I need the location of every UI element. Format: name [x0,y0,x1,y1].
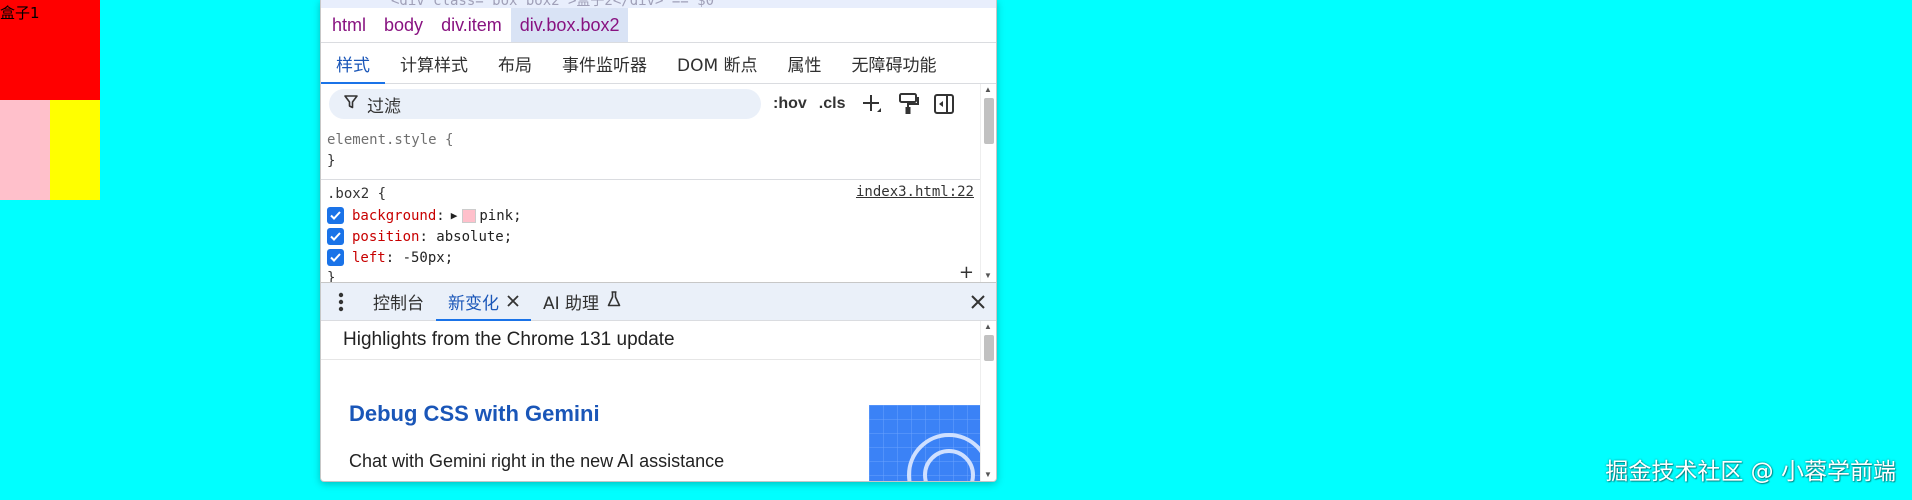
flask-icon [607,291,621,312]
drawer-tab-console[interactable]: 控制台 [361,283,436,320]
breadcrumb-div-item[interactable]: div.item [432,8,511,42]
breadcrumb-html[interactable]: html [323,8,375,42]
box2-rule[interactable]: .box2 { index3.html:22 background: ▶ pin… [321,180,996,282]
drawer-tab-label: AI 助理 [543,294,600,314]
whats-new-text: Chat with Gemini right in the new AI ass… [349,451,725,471]
whats-new-scrollbar[interactable]: ▲ ▼ [980,321,996,481]
declaration-property[interactable]: left [352,250,386,266]
expand-triangle-icon[interactable]: ▶ [451,209,458,222]
declaration-checkbox[interactable] [327,207,344,224]
declaration-value[interactable]: pink [479,208,513,224]
tab-computed[interactable]: 计算样式 [385,43,483,83]
drawer-tabbar: 控制台 新变化 AI 助理 [321,282,996,321]
drawer-tab-whats-new[interactable]: 新变化 [436,283,531,321]
breadcrumb: html body div.item div.box.box2 [321,8,996,43]
declaration-checkbox[interactable] [327,228,344,245]
declaration-left: left: -50px; [327,247,996,268]
elements-tree-snippet: <div class="box box2">盒子2</div> == $0 [321,0,996,8]
declaration-property[interactable]: background [352,208,436,224]
box-1: 盒子1 [0,0,100,100]
whats-new-header: Highlights from the Chrome 131 update [321,321,996,360]
dom-node-snippet[interactable]: <div class="box box2">盒子2</div> == $0 [391,0,714,8]
breadcrumb-div-box2[interactable]: div.box.box2 [510,8,629,42]
new-rule-icon[interactable] [859,92,883,116]
styles-toolbar: 过滤 :hov .cls [321,84,996,124]
box-3 [50,100,100,200]
box-1-label: 盒子1 [0,4,40,22]
rule-close: } [327,270,336,282]
declaration-value[interactable]: absolute [436,229,503,245]
drawer-tab-label: 控制台 [373,294,424,314]
filter-icon [343,94,359,115]
element-style-close: } [327,153,336,169]
scroll-down-arrow-icon[interactable]: ▼ [984,471,992,479]
declaration-background: background: ▶ pink; [327,205,996,226]
tab-dom-breakpoints[interactable]: DOM 断点 [662,43,773,83]
close-tab-icon[interactable] [507,292,519,312]
tab-properties[interactable]: 属性 [773,43,837,83]
whats-new-thumbnail[interactable] [869,405,981,481]
add-declaration-icon[interactable]: + [959,262,974,282]
declaration-position: position: absolute; [327,226,996,247]
more-options-icon[interactable] [321,283,361,320]
breadcrumb-body[interactable]: body [375,8,432,42]
rule-source-link[interactable]: index3.html:22 [856,184,974,200]
paint-brush-icon[interactable] [897,92,920,116]
scroll-thumb[interactable] [984,335,994,361]
styles-scrollbar[interactable]: ▲ ▼ [980,84,996,282]
sidebar-tabs: 样式 计算样式 布局 事件监听器 DOM 断点 属性 无障碍功能 [321,43,996,84]
drawer-tab-ai-assistance[interactable]: AI 助理 [531,283,633,320]
drawer-tab-label: 新变化 [448,294,499,314]
color-swatch[interactable] [462,208,477,223]
close-drawer-icon[interactable] [970,283,986,320]
declaration-checkbox[interactable] [327,249,344,266]
tab-accessibility[interactable]: 无障碍功能 [837,43,952,83]
whats-new-panel: Highlights from the Chrome 131 update De… [321,321,996,481]
filter-input[interactable]: 过滤 [329,89,761,119]
scroll-thumb[interactable] [984,98,994,144]
tab-layout[interactable]: 布局 [483,43,547,83]
devtools-panel: <div class="box box2">盒子2</div> == $0 ht… [320,0,997,482]
toggle-sidebar-icon[interactable] [933,93,955,115]
styles-pane: 过滤 :hov .cls element.style { } .box2 { i… [321,84,996,282]
element-style-selector: element.style { [327,132,454,148]
element-style-rule[interactable]: element.style { } [321,124,996,180]
box-2 [0,100,50,200]
whats-new-title[interactable]: Debug CSS with Gemini [349,401,600,427]
declaration-property[interactable]: position [352,229,419,245]
declaration-value[interactable]: -50px [403,250,445,266]
tab-styles[interactable]: 样式 [321,43,385,84]
cls-button[interactable]: .cls [819,95,846,113]
scroll-up-arrow-icon[interactable]: ▲ [984,86,992,94]
filter-placeholder: 过滤 [367,96,401,117]
scroll-up-arrow-icon[interactable]: ▲ [984,323,992,331]
tab-event-listeners[interactable]: 事件监听器 [547,43,662,83]
hov-button[interactable]: :hov [773,95,807,113]
scroll-down-arrow-icon[interactable]: ▼ [984,272,992,280]
watermark: 掘金技术社区 @ 小蓉学前端 [1605,459,1896,485]
